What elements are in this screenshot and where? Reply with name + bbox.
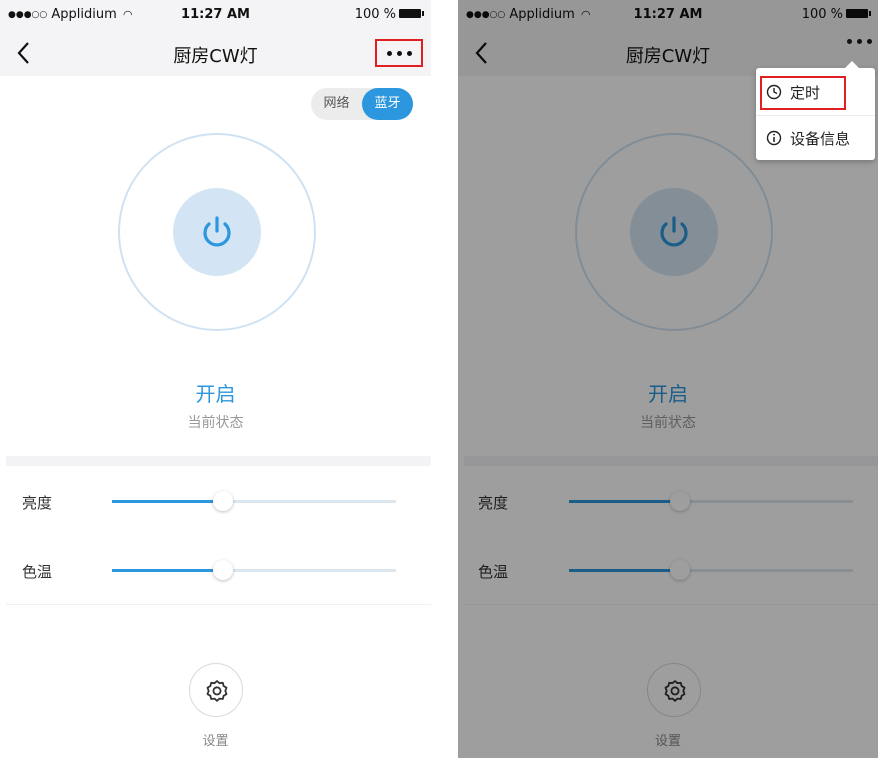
menu-item-device-info[interactable]: 设备信息 <box>756 115 875 160</box>
gear-icon <box>206 680 228 702</box>
brightness-slider-fill <box>112 500 223 503</box>
power-button[interactable] <box>173 188 261 276</box>
battery: 100 % <box>354 7 424 22</box>
toggle-bluetooth[interactable]: 蓝牙 <box>362 88 413 120</box>
brightness-label: 亮度 <box>22 494 53 512</box>
settings-button[interactable] <box>189 663 243 717</box>
device-screen-menu-open: ●●●○○ Applidium ◠ 11:27 AM 100 % 厨房CW灯 开… <box>458 0 878 758</box>
nav-bar: 厨房CW灯 <box>0 30 431 76</box>
brightness-slider-thumb[interactable] <box>212 491 233 511</box>
highlight-box <box>760 76 846 110</box>
menu-item-device-info-label: 设备信息 <box>790 129 851 148</box>
power-state: 开启 <box>195 382 236 406</box>
device-screen-default: ●●●○○ Applidium ◠ 11:27 AM 100 % 厨房CW灯 网… <box>0 0 431 758</box>
color-temp-slider-fill <box>112 569 223 572</box>
power-icon <box>203 216 231 247</box>
more-button[interactable] <box>375 39 423 67</box>
section-divider <box>6 456 431 466</box>
more-horizontal-icon <box>386 50 392 56</box>
more-button[interactable] <box>847 39 872 44</box>
page-title: 厨房CW灯 <box>173 46 258 67</box>
more-menu: 定时 设备信息 <box>756 61 875 160</box>
toggle-network[interactable]: 网络 <box>311 88 362 120</box>
more-horizontal-icon <box>847 39 852 44</box>
connection-toggle[interactable]: 网络 蓝牙 <box>311 88 413 120</box>
color-temp-label: 色温 <box>22 563 53 581</box>
settings-label: 设置 <box>202 734 229 749</box>
battery-level: 100 % <box>354 7 396 22</box>
brightness-slider[interactable] <box>112 491 396 511</box>
color-temp-slider-thumb[interactable] <box>212 560 233 580</box>
divider <box>6 604 431 605</box>
info-icon <box>766 130 782 146</box>
battery-icon <box>399 9 424 18</box>
power-state-label: 当前状态 <box>187 415 244 431</box>
color-temp-slider[interactable] <box>112 560 396 580</box>
status-bar: ●●●○○ Applidium ◠ 11:27 AM 100 % <box>0 0 431 30</box>
